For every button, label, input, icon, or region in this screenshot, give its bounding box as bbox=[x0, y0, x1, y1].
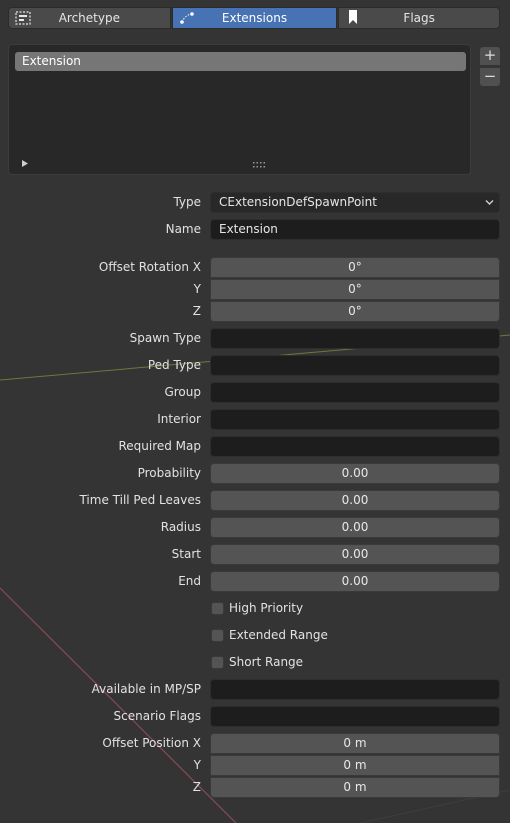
extensions-icon bbox=[179, 12, 194, 24]
offset-rotation-y-label: Y bbox=[193, 282, 201, 296]
extended-range-checkbox-row[interactable]: Extended Range bbox=[211, 626, 328, 644]
interior-label: Interior bbox=[157, 412, 201, 426]
available-in-mp-sp-label: Available in MP/SP bbox=[91, 682, 201, 696]
short-range-label: Short Range bbox=[229, 655, 304, 669]
short-range-checkbox-row[interactable]: Short Range bbox=[211, 653, 303, 671]
offset-position-x-label: Offset Position X bbox=[102, 736, 201, 750]
time-till-ped-leaves-label: Time Till Ped Leaves bbox=[79, 493, 201, 507]
ped-type-label: Ped Type bbox=[147, 358, 201, 372]
extension-list[interactable]: Extension bbox=[8, 44, 471, 175]
spawn-type-label: Spawn Type bbox=[129, 331, 201, 345]
name-field[interactable]: Extension bbox=[210, 219, 500, 240]
extended-range-label: Extended Range bbox=[229, 628, 328, 642]
short-range-checkbox[interactable] bbox=[211, 655, 224, 669]
tab-flags-label: Flags bbox=[403, 11, 435, 25]
offset-rotation-z-label: Z bbox=[192, 304, 201, 318]
tab-bar: Archetype Extensions Flags bbox=[8, 7, 500, 29]
tab-flags[interactable]: Flags bbox=[338, 7, 500, 29]
radius-field[interactable]: 0.00 bbox=[210, 517, 500, 538]
offset-rotation-x-label: Offset Rotation X bbox=[98, 260, 201, 274]
bookmark-icon bbox=[349, 10, 358, 24]
offset-position-z-field[interactable]: 0 m bbox=[210, 777, 500, 798]
scenario-flags-label: Scenario Flags bbox=[113, 709, 201, 723]
group-field[interactable] bbox=[210, 382, 500, 403]
offset-rotation-x-field[interactable]: 0° bbox=[210, 257, 500, 278]
required-map-label: Required Map bbox=[118, 439, 201, 453]
end-label: End bbox=[178, 574, 201, 588]
archetype-icon bbox=[15, 11, 31, 25]
ped-type-field[interactable] bbox=[210, 355, 500, 376]
tab-archetype-label: Archetype bbox=[58, 11, 120, 25]
add-extension-button[interactable]: + bbox=[480, 47, 500, 65]
type-label: Type bbox=[173, 195, 201, 209]
radius-label: Radius bbox=[160, 520, 201, 534]
offset-position-x-field[interactable]: 0 m bbox=[210, 733, 500, 754]
name-label: Name bbox=[165, 222, 201, 236]
chevron-down-icon bbox=[485, 200, 494, 205]
resize-grip-icon[interactable] bbox=[252, 161, 266, 169]
high-priority-checkbox[interactable] bbox=[211, 601, 224, 615]
group-label: Group bbox=[164, 385, 201, 399]
list-item[interactable]: Extension bbox=[15, 52, 466, 71]
expand-arrow-icon[interactable] bbox=[21, 159, 29, 168]
start-field[interactable]: 0.00 bbox=[210, 544, 500, 565]
tab-extensions[interactable]: Extensions bbox=[171, 7, 338, 29]
offset-position-y-field[interactable]: 0 m bbox=[210, 755, 500, 776]
interior-field[interactable] bbox=[210, 409, 500, 430]
spawn-type-field[interactable] bbox=[210, 328, 500, 349]
probability-label: Probability bbox=[137, 466, 201, 480]
offset-position-z-label: Z bbox=[192, 780, 201, 794]
available-in-mp-sp-field[interactable] bbox=[210, 679, 500, 700]
required-map-field[interactable] bbox=[210, 436, 500, 457]
time-till-ped-leaves-field[interactable]: 0.00 bbox=[210, 490, 500, 511]
extended-range-checkbox[interactable] bbox=[211, 628, 224, 642]
type-value: CExtensionDefSpawnPoint bbox=[219, 195, 377, 209]
high-priority-label: High Priority bbox=[229, 601, 304, 615]
offset-position-y-label: Y bbox=[193, 758, 201, 772]
offset-rotation-z-field[interactable]: 0° bbox=[210, 301, 500, 322]
offset-rotation-y-field[interactable]: 0° bbox=[210, 279, 500, 300]
tab-extensions-label: Extensions bbox=[221, 11, 288, 25]
remove-extension-button[interactable]: − bbox=[480, 68, 500, 86]
high-priority-checkbox-row[interactable]: High Priority bbox=[211, 599, 303, 617]
tab-archetype[interactable]: Archetype bbox=[8, 7, 171, 29]
probability-field[interactable]: 0.00 bbox=[210, 463, 500, 484]
start-label: Start bbox=[171, 547, 201, 561]
type-dropdown[interactable]: CExtensionDefSpawnPoint bbox=[210, 192, 500, 213]
scenario-flags-field[interactable] bbox=[210, 706, 500, 727]
end-field[interactable]: 0.00 bbox=[210, 571, 500, 592]
